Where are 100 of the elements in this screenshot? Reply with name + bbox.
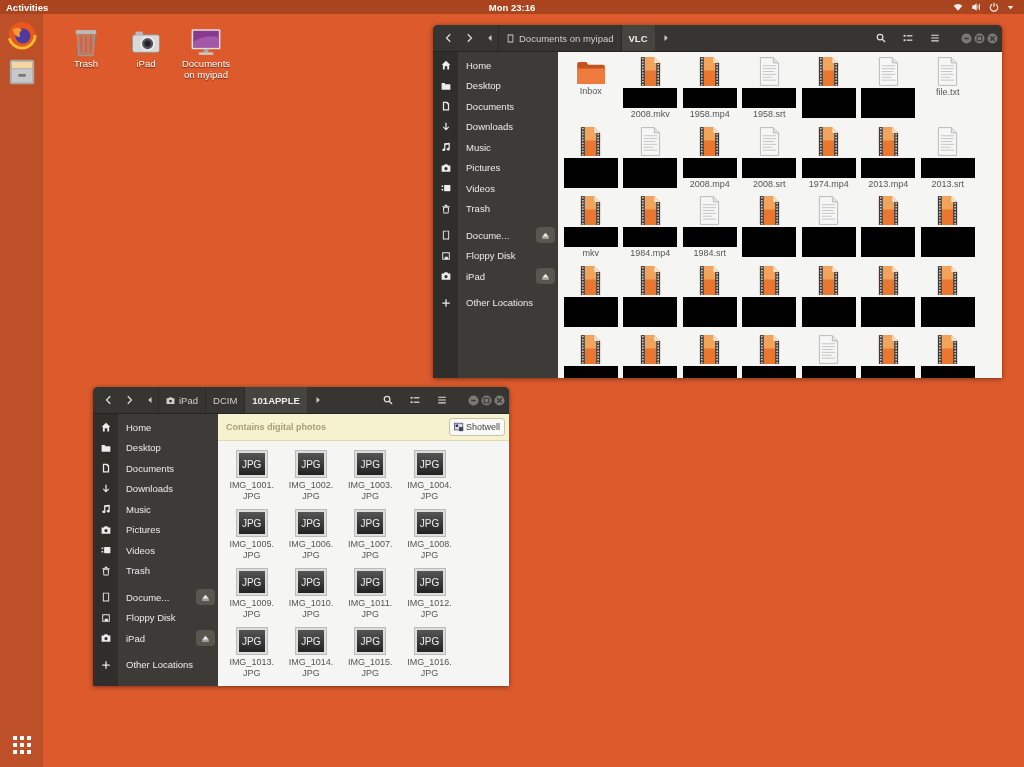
video-file-icon[interactable]	[757, 335, 781, 364]
sidebar-item[interactable]: iPad	[93, 628, 218, 649]
sidebar-item[interactable]: Home	[93, 417, 218, 438]
video-file-icon[interactable]	[579, 196, 603, 225]
video-file-icon[interactable]	[936, 196, 960, 225]
image-file-icon[interactable]: JPG	[355, 510, 386, 536]
open-app-button[interactable]: Shotwell	[448, 418, 505, 436]
video-file-icon[interactable]	[817, 57, 841, 86]
video-file-icon[interactable]	[698, 335, 722, 364]
folder-icon[interactable]	[575, 61, 606, 85]
image-file-icon[interactable]: JPG	[414, 510, 445, 536]
icon-label[interactable]: Trash	[57, 58, 115, 69]
image-file-icon[interactable]: JPG	[236, 451, 267, 477]
sidebar-item[interactable]: Desktop	[93, 437, 218, 458]
video-file-icon[interactable]	[579, 126, 603, 156]
sidebar-item[interactable]: Other Locations	[433, 292, 558, 313]
sidebar-item[interactable]: Documents	[433, 96, 558, 117]
app-grid-icon[interactable]	[11, 735, 32, 755]
video-file-icon[interactable]	[579, 335, 603, 364]
image-file-icon[interactable]: JPG	[295, 510, 326, 536]
sidebar-item[interactable]: Desktop	[433, 75, 558, 96]
video-file-icon[interactable]	[876, 126, 900, 156]
image-file-icon[interactable]: JPG	[295, 451, 326, 477]
video-file-icon[interactable]	[936, 335, 960, 364]
image-file-icon[interactable]: JPG	[355, 451, 386, 477]
image-file-icon[interactable]: JPG	[414, 628, 445, 654]
browser-icon[interactable]	[6, 20, 37, 50]
eject-button[interactable]	[536, 227, 555, 244]
image-file-icon[interactable]: JPG	[414, 451, 445, 477]
image-file-icon[interactable]: JPG	[295, 628, 326, 654]
path-button[interactable]: iPad	[158, 387, 205, 413]
image-file-icon[interactable]: JPG	[295, 569, 326, 595]
video-file-icon[interactable]	[638, 265, 662, 295]
sidebar-item[interactable]: Pictures	[93, 519, 218, 540]
path-button[interactable]: VLC	[620, 25, 655, 51]
activities-button[interactable]: Activities	[6, 1, 49, 13]
sidebar-item[interactable]: Other Locations	[93, 654, 218, 675]
image-file-icon[interactable]: JPG	[355, 569, 386, 595]
volume-icon[interactable]	[971, 2, 981, 12]
scroll-right-icon[interactable]	[662, 34, 669, 42]
video-file-icon[interactable]	[698, 265, 722, 295]
file-label: IMG_1006.JPG	[287, 539, 335, 560]
sidebar-item[interactable]: Floppy Disk	[93, 607, 218, 628]
wifi-icon[interactable]	[953, 2, 963, 12]
video-file-icon[interactable]	[876, 196, 900, 225]
sidebar-item[interactable]: Pictures	[433, 157, 558, 178]
sidebar-item[interactable]: Home	[433, 55, 558, 76]
sidebar-item[interactable]: Videos	[93, 540, 218, 561]
drive-icon	[101, 592, 111, 603]
sidebar-item[interactable]: Trash	[93, 560, 218, 581]
sidebar-item[interactable]: Videos	[433, 178, 558, 199]
image-file-icon[interactable]: JPG	[236, 569, 267, 595]
sidebar-item[interactable]: Docume...	[433, 225, 558, 246]
maximize-button[interactable]	[481, 394, 492, 406]
sidebar-item[interactable]: Docume...	[93, 587, 218, 608]
eject-button[interactable]	[196, 589, 215, 606]
image-file-icon[interactable]: JPG	[236, 510, 267, 536]
close-button[interactable]	[987, 32, 998, 44]
eject-button[interactable]	[196, 630, 215, 647]
close-button[interactable]	[494, 394, 505, 406]
video-file-icon[interactable]	[698, 57, 722, 86]
video-file-icon[interactable]	[876, 335, 900, 364]
video-file-icon[interactable]	[638, 335, 662, 364]
sidebar-item[interactable]: Downloads	[93, 478, 218, 499]
clock[interactable]: Mon 23:16	[488, 1, 536, 13]
image-file-icon[interactable]: JPG	[236, 628, 267, 654]
image-file-icon[interactable]: JPG	[355, 628, 386, 654]
monitor-icon[interactable]	[190, 26, 222, 58]
sidebar-item[interactable]: Documents	[93, 458, 218, 479]
icon-label[interactable]: iPad	[117, 58, 175, 69]
sidebar-item[interactable]: Trash	[433, 198, 558, 219]
minimize-button[interactable]	[961, 32, 972, 44]
path-button[interactable]: 101APPLE	[244, 387, 307, 413]
video-file-icon[interactable]	[876, 265, 900, 295]
video-file-icon[interactable]	[757, 265, 781, 295]
path-button[interactable]: Documents on myipad	[498, 25, 621, 51]
eject-button[interactable]	[536, 268, 555, 285]
minimize-button[interactable]	[468, 394, 479, 406]
video-file-icon[interactable]	[817, 126, 841, 156]
video-file-icon[interactable]	[638, 196, 662, 225]
video-file-icon[interactable]	[638, 57, 662, 86]
sidebar-item[interactable]: Music	[93, 499, 218, 520]
scroll-left-icon[interactable]	[147, 396, 153, 404]
sidebar-item[interactable]: Music	[433, 137, 558, 158]
video-file-icon[interactable]	[757, 196, 781, 225]
video-file-icon[interactable]	[698, 126, 722, 156]
video-file-icon[interactable]	[936, 265, 960, 295]
video-file-icon[interactable]	[579, 265, 603, 295]
power-icon[interactable]	[989, 2, 999, 12]
icon-label[interactable]: Documents on myipad	[177, 58, 235, 80]
image-file-icon[interactable]: JPG	[414, 569, 445, 595]
maximize-button[interactable]	[974, 32, 985, 44]
camera-icon	[441, 271, 451, 282]
sidebar-item[interactable]: Floppy Disk	[433, 245, 558, 266]
video-file-icon[interactable]	[817, 265, 841, 295]
caret-icon[interactable]	[1007, 3, 1014, 11]
sidebar-item[interactable]: iPad	[433, 266, 558, 287]
scroll-left-icon[interactable]	[487, 34, 493, 42]
scroll-right-icon[interactable]	[314, 396, 321, 404]
sidebar-item[interactable]: Downloads	[433, 116, 558, 137]
